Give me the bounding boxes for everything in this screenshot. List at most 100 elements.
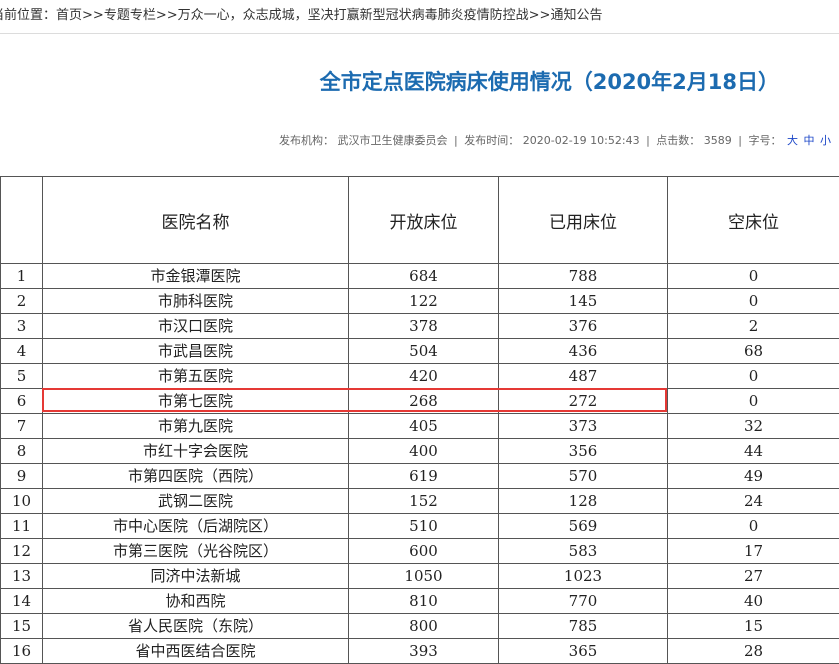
fontsize-large-button[interactable]: 大 <box>787 134 798 147</box>
row-index-cell: 1 <box>1 264 43 289</box>
row-index-cell: 16 <box>1 639 43 664</box>
hospital-name-cell: 市第七医院 <box>43 389 349 414</box>
table-row: 10武钢二医院15212824 <box>1 489 839 514</box>
hospital-name-cell: 市汉口医院 <box>43 314 349 339</box>
row-index-cell: 9 <box>1 464 43 489</box>
breadcrumb-link-topics[interactable]: 专题专栏 <box>104 8 156 23</box>
used-beds-cell: 788 <box>499 264 668 289</box>
fontsize-small-button[interactable]: 小 <box>820 134 831 147</box>
empty-beds-cell: 44 <box>668 439 839 464</box>
used-beds-cell: 583 <box>499 539 668 564</box>
row-index-cell: 15 <box>1 614 43 639</box>
table-row: 8市红十字会医院40035644 <box>1 439 839 464</box>
views-label: 点击数： <box>656 134 700 147</box>
used-beds-cell: 128 <box>499 489 668 514</box>
fontsize-medium-button[interactable]: 中 <box>804 134 815 147</box>
row-index-cell: 8 <box>1 439 43 464</box>
hospital-name-cell: 同济中法新城 <box>43 564 349 589</box>
used-beds-cell: 570 <box>499 464 668 489</box>
row-index-cell: 6 <box>1 389 43 414</box>
empty-beds-cell: 2 <box>668 314 839 339</box>
hospital-name-cell: 市金银潭医院 <box>43 264 349 289</box>
empty-beds-cell: 28 <box>668 639 839 664</box>
used-beds-cell: 785 <box>499 614 668 639</box>
breadcrumb-link-home[interactable]: 首页 <box>56 8 82 23</box>
table-header-row: 医院名称 开放床位 已用床位 空床位 <box>1 177 839 264</box>
hospital-name-cell: 市第五医院 <box>43 364 349 389</box>
used-beds-cell: 1023 <box>499 564 668 589</box>
hospital-name-cell: 市第九医院 <box>43 414 349 439</box>
table-row: 2市肺科医院1221450 <box>1 289 839 314</box>
open-beds-cell: 684 <box>349 264 499 289</box>
open-beds-cell: 268 <box>349 389 499 414</box>
used-beds-cell: 272 <box>499 389 668 414</box>
empty-beds-cell: 32 <box>668 414 839 439</box>
publisher-value: 武汉市卫生健康委员会 <box>338 134 448 147</box>
empty-beds-cell: 0 <box>668 264 839 289</box>
breadcrumb-link-epidemic[interactable]: 万众一心，众志成城，坚决打赢新型冠状病毒肺炎疫情防控战 <box>178 8 529 23</box>
open-beds-cell: 393 <box>349 639 499 664</box>
publisher-label: 发布机构： <box>279 134 334 147</box>
used-beds-cell: 569 <box>499 514 668 539</box>
row-index-cell: 4 <box>1 339 43 364</box>
open-beds-cell: 152 <box>349 489 499 514</box>
table-row: 6市第七医院2682720 <box>1 389 839 414</box>
hospital-name-cell: 市中心医院（后湖院区） <box>43 514 349 539</box>
open-beds-cell: 1050 <box>349 564 499 589</box>
header-index <box>1 177 43 264</box>
table-row: 4市武昌医院50443668 <box>1 339 839 364</box>
row-index-cell: 11 <box>1 514 43 539</box>
row-index-cell: 12 <box>1 539 43 564</box>
row-index-cell: 7 <box>1 414 43 439</box>
row-index-cell: 5 <box>1 364 43 389</box>
views-value: 3589 <box>704 134 732 147</box>
used-beds-cell: 376 <box>499 314 668 339</box>
meta-divider: | <box>738 134 742 147</box>
empty-beds-cell: 0 <box>668 389 839 414</box>
empty-beds-cell: 49 <box>668 464 839 489</box>
empty-beds-cell: 0 <box>668 364 839 389</box>
table-row: 11市中心医院（后湖院区）5105690 <box>1 514 839 539</box>
open-beds-cell: 800 <box>349 614 499 639</box>
hospital-name-cell: 市第四医院（西院） <box>43 464 349 489</box>
time-value: 2020-02-19 10:52:43 <box>523 134 640 147</box>
empty-beds-cell: 15 <box>668 614 839 639</box>
open-beds-cell: 504 <box>349 339 499 364</box>
empty-beds-cell: 17 <box>668 539 839 564</box>
table-row: 1市金银潭医院6847880 <box>1 264 839 289</box>
empty-beds-cell: 27 <box>668 564 839 589</box>
empty-beds-cell: 0 <box>668 514 839 539</box>
header-empty-beds: 空床位 <box>668 177 839 264</box>
used-beds-cell: 145 <box>499 289 668 314</box>
breadcrumb-link-notices[interactable]: 通知公告 <box>550 8 602 23</box>
breadcrumb-separator: >> <box>82 8 104 23</box>
header-hospital-name: 医院名称 <box>43 177 349 264</box>
article-meta: 发布机构： 武汉市卫生健康委员会 | 发布时间： 2020-02-19 10:5… <box>279 132 831 150</box>
empty-beds-cell: 68 <box>668 339 839 364</box>
open-beds-cell: 378 <box>349 314 499 339</box>
open-beds-cell: 619 <box>349 464 499 489</box>
used-beds-cell: 770 <box>499 589 668 614</box>
hospital-name-cell: 市武昌医院 <box>43 339 349 364</box>
row-index-cell: 13 <box>1 564 43 589</box>
table-row: 15省人民医院（东院）80078515 <box>1 614 839 639</box>
table-row: 7市第九医院40537332 <box>1 414 839 439</box>
used-beds-cell: 373 <box>499 414 668 439</box>
page-title: 全市定点医院病床使用情况（2020年2月18日） <box>0 62 839 102</box>
breadcrumb: 当前位置：首页>>专题专栏>>万众一心，众志成城，坚决打赢新型冠状病毒肺炎疫情防… <box>0 0 839 34</box>
table-row: 16省中西医结合医院39336528 <box>1 639 839 664</box>
table-row: 5市第五医院4204870 <box>1 364 839 389</box>
table-row: 12市第三医院（光谷院区）60058317 <box>1 539 839 564</box>
fontsize-label: 字号： <box>749 134 782 147</box>
open-beds-cell: 810 <box>349 589 499 614</box>
header-open-beds: 开放床位 <box>349 177 499 264</box>
breadcrumb-separator: >> <box>529 8 551 23</box>
open-beds-cell: 405 <box>349 414 499 439</box>
row-index-cell: 3 <box>1 314 43 339</box>
hospital-name-cell: 市第三医院（光谷院区） <box>43 539 349 564</box>
row-index-cell: 14 <box>1 589 43 614</box>
open-beds-cell: 400 <box>349 439 499 464</box>
hospital-name-cell: 市肺科医院 <box>43 289 349 314</box>
table-row: 9市第四医院（西院）61957049 <box>1 464 839 489</box>
table-row: 3市汉口医院3783762 <box>1 314 839 339</box>
